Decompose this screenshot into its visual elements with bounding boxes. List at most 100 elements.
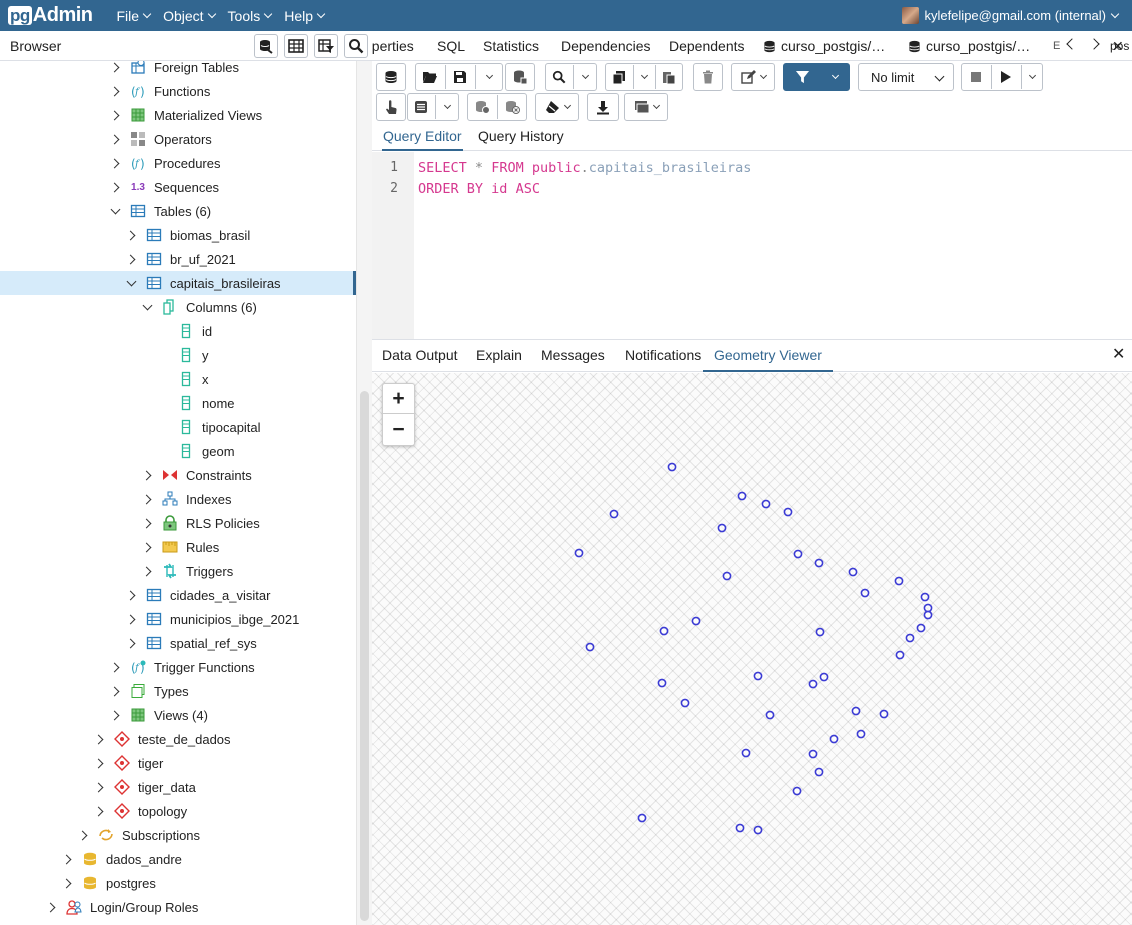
- query-tool-button[interactable]: [254, 34, 278, 58]
- download-button[interactable]: [587, 93, 619, 121]
- explain-options-dropdown[interactable]: [435, 93, 459, 121]
- tree-node[interactable]: Rules: [0, 535, 356, 559]
- chevron-right-icon[interactable]: [110, 110, 120, 120]
- tab-geometry-viewer[interactable]: Geometry Viewer: [703, 340, 833, 372]
- chevron-down-icon[interactable]: [142, 302, 152, 312]
- chevron-right-icon[interactable]: [110, 62, 120, 72]
- tree-node[interactable]: tiger_data: [0, 775, 356, 799]
- chevron-right-icon[interactable]: [126, 614, 136, 624]
- close-icon[interactable]: ✕: [1112, 347, 1125, 363]
- graph-visualiser-button[interactable]: [624, 93, 668, 121]
- tree-node[interactable]: teste_de_dados: [0, 727, 356, 751]
- capital-point-marker[interactable]: [808, 679, 818, 689]
- capital-point-marker[interactable]: [829, 734, 839, 744]
- tree-scrollbar[interactable]: [356, 61, 372, 925]
- capital-point-marker[interactable]: [792, 786, 802, 796]
- tree-node[interactable]: cidades_a_visitar: [0, 583, 356, 607]
- save-file-button[interactable]: [445, 63, 475, 91]
- chevron-right-icon[interactable]: [110, 686, 120, 696]
- capital-point-marker[interactable]: [879, 709, 889, 719]
- delete-button[interactable]: [693, 63, 723, 91]
- tab-dependents[interactable]: Dependents: [669, 31, 745, 60]
- tree-node[interactable]: y: [0, 343, 356, 367]
- tree-node[interactable]: Tables (6): [0, 199, 356, 223]
- capital-point-marker[interactable]: [808, 749, 818, 759]
- execute-button[interactable]: [991, 63, 1021, 91]
- menu-tools[interactable]: Tools: [228, 8, 273, 24]
- find-options-dropdown[interactable]: [573, 63, 597, 91]
- tree-node[interactable]: x: [0, 367, 356, 391]
- tree-node[interactable]: (f) Functions: [0, 79, 356, 103]
- chevron-right-icon[interactable]: [142, 518, 152, 528]
- tree-node[interactable]: geom: [0, 439, 356, 463]
- chevron-down-icon[interactable]: [126, 278, 136, 288]
- tree-node[interactable]: topology: [0, 799, 356, 823]
- tree-node[interactable]: nome: [0, 391, 356, 415]
- chevron-right-icon[interactable]: [126, 638, 136, 648]
- find-button[interactable]: [545, 63, 573, 91]
- tab-scroll-left-icon[interactable]: [1066, 38, 1078, 50]
- tab-scroll-right-icon[interactable]: [1088, 38, 1100, 50]
- chevron-right-icon[interactable]: [142, 494, 152, 504]
- tab-dependencies[interactable]: Dependencies: [561, 31, 651, 60]
- tab-properties[interactable]: operties: [372, 31, 414, 60]
- tab-query-history[interactable]: Query History: [478, 123, 564, 151]
- chevron-right-icon[interactable]: [110, 182, 120, 192]
- tree-node[interactable]: tiger: [0, 751, 356, 775]
- tab-sql[interactable]: SQL: [437, 31, 465, 60]
- tree-node[interactable]: br_uf_2021: [0, 247, 356, 271]
- chevron-right-icon[interactable]: [94, 806, 104, 816]
- tree-node[interactable]: tipocapital: [0, 415, 356, 439]
- tab-data-output[interactable]: Data Output: [382, 340, 458, 372]
- filter-options-dropdown[interactable]: [821, 63, 850, 91]
- tree-node[interactable]: id: [0, 319, 356, 343]
- tree-node[interactable]: Constraints: [0, 463, 356, 487]
- tree-node[interactable]: Views (4): [0, 703, 356, 727]
- save-options-dropdown[interactable]: [475, 63, 503, 91]
- tab-close-icon[interactable]: ✕: [1112, 38, 1124, 55]
- capital-point-marker[interactable]: [680, 698, 690, 708]
- capital-point-marker[interactable]: [717, 523, 727, 533]
- tree-node[interactable]: (f) Procedures: [0, 151, 356, 175]
- tab-query-1[interactable]: curso_postgis/…: [763, 31, 885, 60]
- chevron-right-icon[interactable]: [126, 230, 136, 240]
- capital-point-marker[interactable]: [741, 748, 751, 758]
- tree-node[interactable]: Types: [0, 679, 356, 703]
- chevron-right-icon[interactable]: [126, 254, 136, 264]
- chevron-right-icon[interactable]: [94, 782, 104, 792]
- capital-point-marker[interactable]: [585, 642, 595, 652]
- tree-node[interactable]: postgres: [0, 871, 356, 895]
- menu-file[interactable]: File: [117, 8, 152, 24]
- tab-statistics[interactable]: Statistics: [483, 31, 539, 60]
- connection-button[interactable]: [376, 63, 406, 91]
- chevron-right-icon[interactable]: [94, 758, 104, 768]
- capital-point-marker[interactable]: [920, 592, 930, 602]
- tab-notifications[interactable]: Notifications: [625, 340, 701, 372]
- search-objects-button[interactable]: [344, 34, 368, 58]
- capital-point-marker[interactable]: [609, 509, 619, 519]
- chevron-right-icon[interactable]: [110, 134, 120, 144]
- tab-query-editor[interactable]: Query Editor: [382, 123, 463, 151]
- capital-point-marker[interactable]: [637, 813, 647, 823]
- capital-point-marker[interactable]: [783, 507, 793, 517]
- capital-point-marker[interactable]: [667, 462, 677, 472]
- chevron-right-icon[interactable]: [142, 566, 152, 576]
- capital-point-marker[interactable]: [923, 603, 933, 613]
- copy-button[interactable]: [605, 63, 633, 91]
- filter-button[interactable]: [783, 63, 821, 91]
- chevron-right-icon[interactable]: [110, 158, 120, 168]
- tree-node[interactable]: Subscriptions: [0, 823, 356, 847]
- row-limit-select[interactable]: No limit: [858, 63, 954, 91]
- capital-point-marker[interactable]: [722, 571, 732, 581]
- edit-button[interactable]: [731, 63, 775, 91]
- chevron-right-icon[interactable]: [110, 710, 120, 720]
- tree-node[interactable]: Materialized Views: [0, 103, 356, 127]
- chevron-right-icon[interactable]: [78, 830, 88, 840]
- commit-button[interactable]: [467, 93, 497, 121]
- capital-point-marker[interactable]: [894, 576, 904, 586]
- chevron-right-icon[interactable]: [110, 662, 120, 672]
- filtered-rows-button[interactable]: [314, 34, 338, 58]
- capital-point-marker[interactable]: [814, 558, 824, 568]
- tab-query-2[interactable]: curso_postgis/…: [908, 31, 1030, 60]
- tree-node[interactable]: biomas_brasil: [0, 223, 356, 247]
